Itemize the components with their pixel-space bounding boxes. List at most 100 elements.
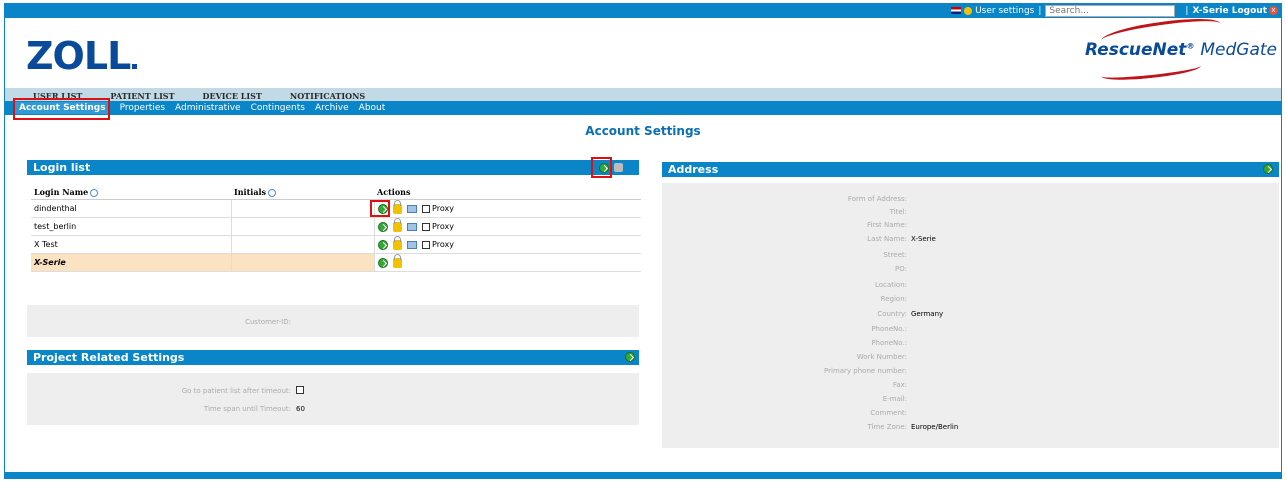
address-field-label: Region: [880,295,907,303]
address-field-value: X-Serie [911,235,936,243]
nav-device-list[interactable]: DEVICE LIST [203,91,262,101]
initials-cell [231,199,375,218]
initials-cell [231,217,375,236]
password-lock-icon[interactable] [392,199,402,214]
edit-address-icon[interactable] [1263,164,1273,174]
address-field-label: Country: [877,310,907,318]
main-content: Account Settings Login list Login Name I… [5,115,1281,472]
tab-about[interactable]: About [359,103,386,113]
address-field-label: PhoneNo.: [871,339,907,347]
login-table: Login Name Initials Actions dindenthal P… [31,185,641,272]
login-list-header: Login list [27,160,639,175]
timespan-label: Time span until Timeout: [203,405,291,413]
proxy-label: Proxy [432,240,454,249]
address-header: Address [662,162,1279,177]
customer-id-label: Customer-ID: [245,318,291,326]
highlight-add-login [591,157,612,178]
initials-cell [231,235,375,254]
sort-icon[interactable] [268,189,277,197]
rescuenet-swoosh-bottom [1100,58,1202,84]
login-name-cell: X Test [31,235,232,254]
table-row: test_berlin Proxy [31,217,641,236]
proxy-label: Proxy [432,204,454,213]
address-field-label: PhoneNo.: [871,325,907,333]
flag-uk-icon[interactable] [951,7,962,14]
user-settings-icon[interactable] [964,6,973,15]
proxy-label: Proxy [432,222,454,231]
project-settings-box: Go to patient list after timeout: Time s… [27,373,639,425]
page-title: Account Settings [585,124,701,138]
login-name-cell: X-Serie [31,253,232,272]
column-header-login-name[interactable]: Login Name [31,185,231,200]
separator: | [1185,5,1189,16]
user-settings-link[interactable]: User settings [975,6,1034,16]
address-field-value: Germany [911,310,944,318]
initials-cell [231,253,375,272]
zoll-logo-text: ZOLL [26,34,131,78]
edit-project-settings-icon[interactable] [625,352,635,362]
proxy-checkbox[interactable] [421,222,430,231]
address-field-label: E-mail: [882,395,907,403]
customer-id-box: Customer-ID: [27,305,639,337]
logout-link[interactable]: X-Serie Logout [1192,6,1267,16]
header: ZOLL RescueNet® MedGate [5,13,1281,88]
address-field-label: Comment: [870,409,907,417]
search-input[interactable] [1045,4,1176,17]
sub-nav: Account Settings Properties Administrati… [5,101,1281,115]
address-field-label: PO: [895,265,907,273]
tab-contingents[interactable]: Contingents [251,103,305,113]
address-field-label: First Name: [867,221,907,229]
top-bar: User settings | | X-Serie Logout x [4,3,1282,18]
address-field-label: Primary phone number: [824,367,907,375]
address-field-label: Street: [883,251,907,259]
separator: | [1038,5,1042,16]
project-settings-header: Project Related Settings [27,350,639,365]
address-field-value: Europe/Berlin [911,423,959,431]
zoll-logo: ZOLL [26,34,138,78]
login-name-cell: dindenthal [31,199,232,218]
proxy-checkbox[interactable] [421,240,430,249]
tab-properties[interactable]: Properties [120,103,165,113]
password-lock-icon[interactable] [392,217,402,232]
timespan-value: 60 [296,405,305,413]
table-row: X Test Proxy [31,235,641,254]
password-lock-icon[interactable] [392,253,402,268]
address-field-label: Location: [875,281,907,289]
address-box: Form of Address: Titel: First Name: Last Na… [662,183,1279,448]
address-field-label: Work Number: [856,353,907,361]
address-field-label: Last Name: [867,235,907,243]
tab-administrative[interactable]: Administrative [175,103,241,113]
highlight-edit-login [370,200,390,217]
edit-login-icon[interactable] [377,239,388,250]
proxy-checkbox[interactable] [421,204,430,213]
tab-archive[interactable]: Archive [315,103,349,113]
timeout-checkbox[interactable] [296,386,304,394]
column-header-actions: Actions [374,185,641,200]
table-row: dindenthal Proxy [31,199,641,218]
logout-icon[interactable]: x [1269,6,1278,15]
address-field-label: Time Zone: [867,423,907,431]
address-field-label: Fax: [892,381,907,389]
send-mail-icon[interactable] [406,222,417,231]
rescuenet-logo-text: RescueNet [1084,40,1187,60]
highlight-account-settings [13,98,110,120]
project-settings-title: Project Related Settings [33,351,185,364]
app-frame: User settings | | X-Serie Logout x ZOLL … [4,3,1282,479]
main-nav: USER LIST PATIENT LIST DEVICE LIST NOTIF… [5,88,1281,101]
sort-icon[interactable] [90,189,99,197]
address-field-label: Form of Address: [847,195,907,203]
edit-login-icon[interactable] [377,257,388,268]
nav-notifications[interactable]: NOTIFICATIONS [290,91,365,101]
print-icon[interactable] [614,163,623,172]
column-header-initials[interactable]: Initials [231,185,374,200]
nav-patient-list[interactable]: PATIENT LIST [110,91,174,101]
rescuenet-logo: RescueNet® MedGate [1084,40,1277,60]
send-mail-icon[interactable] [406,240,417,249]
send-mail-icon[interactable] [406,204,417,213]
login-name-cell: test_berlin [31,217,232,236]
edit-login-icon[interactable] [377,221,388,232]
table-row: X-Serie [31,253,641,272]
password-lock-icon[interactable] [392,235,402,250]
address-title: Address [668,163,719,176]
address-field-label: Titel: [889,208,907,216]
